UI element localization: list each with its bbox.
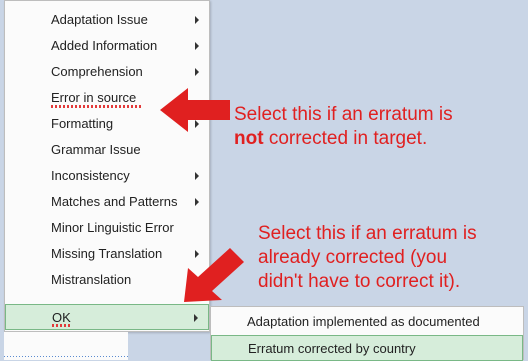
annotation-line: didn't have to correct it). <box>258 271 461 292</box>
annotation-line: Select this if an erratum is <box>258 223 477 244</box>
annotation-error-in-source: Select this if an erratum is not correct… <box>234 103 453 151</box>
annotation-arrows <box>160 88 244 302</box>
arrow-to-error-in-source <box>160 88 230 132</box>
annotation-ok: Select this if an erratum is already cor… <box>258 222 477 294</box>
annotation-bold-word: not <box>234 128 264 149</box>
annotation-text: corrected in target. <box>263 128 428 149</box>
annotation-line: already corrected (you <box>258 247 448 268</box>
annotation-line: Select this if an erratum is <box>234 104 453 125</box>
arrow-to-ok <box>184 248 244 302</box>
annotation-line: not corrected in target. <box>234 127 453 151</box>
